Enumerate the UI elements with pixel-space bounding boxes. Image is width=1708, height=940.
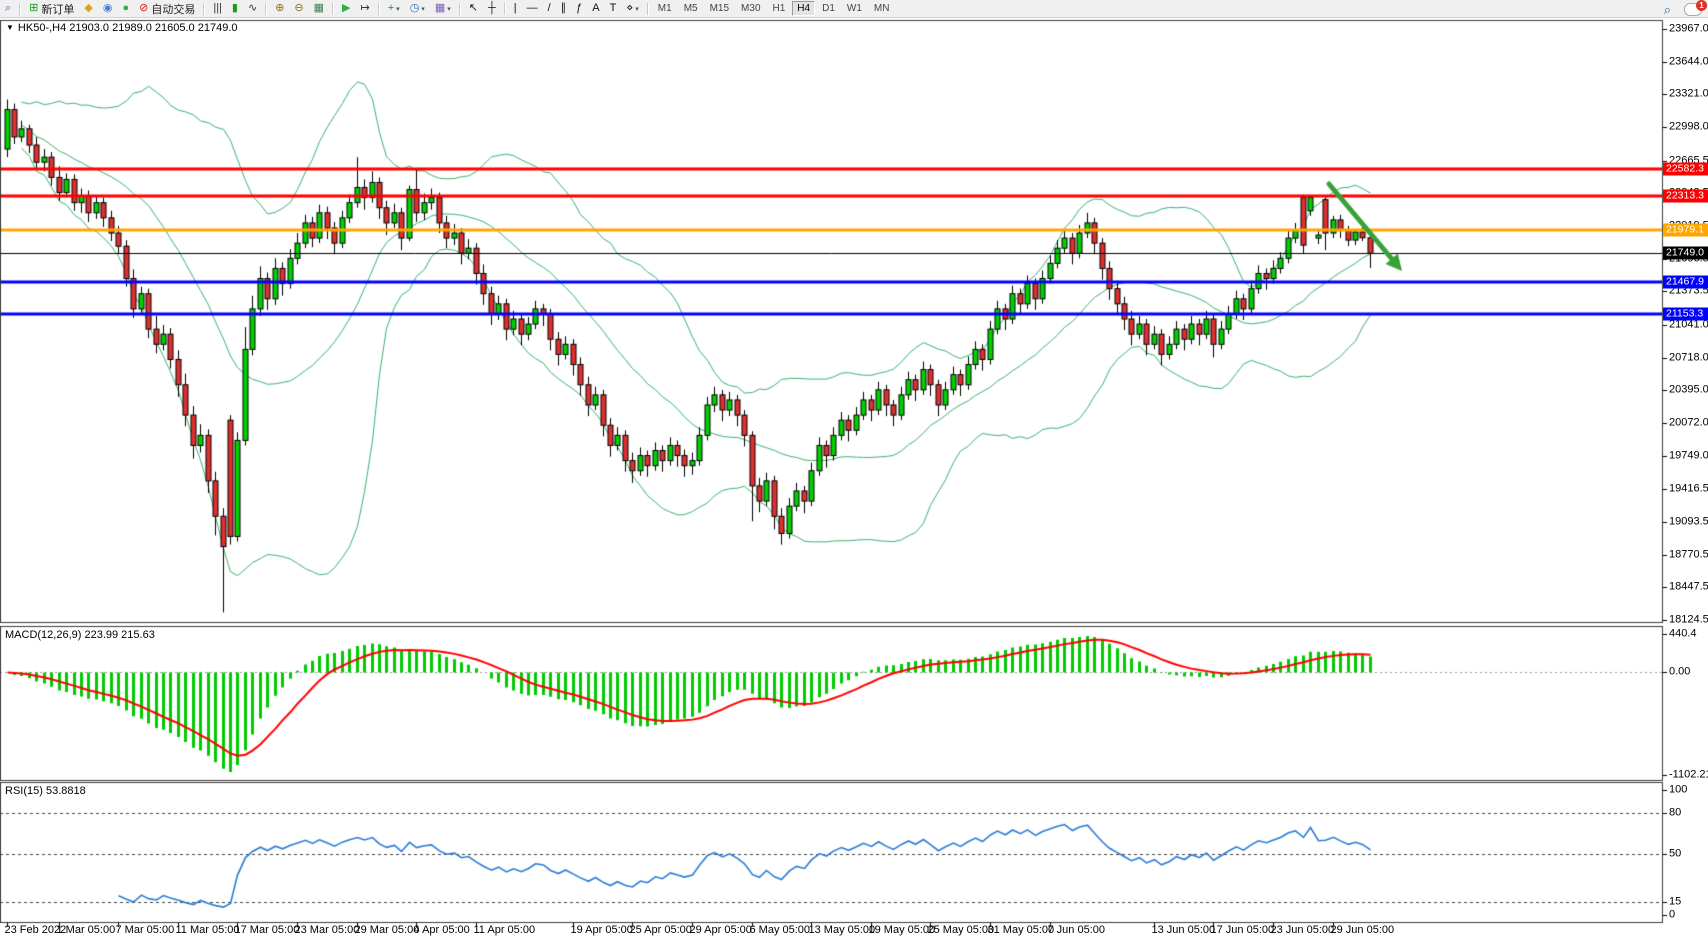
vertical-line-button[interactable]: | [510, 0, 521, 17]
symbols-search-button[interactable]: ⌕ [1, 0, 15, 17]
metaeditor-button[interactable]: ◆ [80, 0, 96, 17]
candle-chart-icon: ▮ [232, 3, 238, 14]
timeframe-button-m15[interactable]: M15 [705, 1, 734, 16]
toolbar-separator [332, 3, 334, 15]
dropdown-caret-icon[interactable]: ▾ [421, 5, 425, 13]
chart-canvas[interactable] [0, 0, 1708, 940]
bar-chart-icon: ||| [213, 3, 222, 14]
label-button[interactable]: T [606, 0, 621, 17]
line-chart-icon: ∿ [248, 3, 257, 14]
vertical-line-icon: | [514, 3, 517, 14]
shapes-button[interactable]: ⋄▾ [622, 0, 642, 17]
metaeditor-icon: ◆ [84, 3, 92, 14]
symbol-ohlc-text: HK50-,H4 21903.0 21989.0 21605.0 21749.0 [18, 22, 238, 34]
toolbar-separator [203, 3, 205, 15]
auto-scroll-icon: ▶ [342, 3, 350, 14]
templates-icon: ▦ [435, 3, 445, 14]
community-button[interactable]: ◉ [99, 0, 117, 17]
timeframe-button-h4[interactable]: H4 [792, 1, 815, 16]
label-icon: T [610, 3, 617, 14]
timeframe-button-m5[interactable]: M5 [679, 1, 703, 16]
timeframe-button-m30[interactable]: M30 [736, 1, 765, 16]
line-chart-button[interactable]: ∿ [244, 0, 261, 17]
cursor-icon: ↖ [469, 3, 478, 14]
trendline-icon: / [548, 3, 551, 14]
timeframe-button-d1[interactable]: D1 [817, 1, 840, 16]
fibonacci-button[interactable]: ƒ [572, 0, 586, 17]
chart-shift-icon: ↦ [361, 3, 370, 14]
horizontal-line-button[interactable]: — [523, 0, 542, 17]
search-button[interactable]: ⌕ [1660, 1, 1675, 18]
zoom-out-icon: ⊖ [294, 3, 303, 14]
dropdown-caret-icon[interactable]: ▾ [447, 5, 451, 13]
periods-icon: ◷ [410, 3, 420, 14]
toolbar-separator [459, 3, 461, 15]
toolbar-separator [265, 3, 267, 15]
notification-badge: 1 [1696, 0, 1707, 11]
trendline-button[interactable]: / [544, 0, 555, 17]
dropdown-caret-icon[interactable]: ▾ [396, 5, 400, 13]
periods-button[interactable]: ◷▾ [406, 0, 429, 17]
zoom-out-button[interactable]: ⊖ [290, 0, 307, 17]
bar-chart-button[interactable]: ||| [209, 0, 226, 17]
chart-info-line: ▼ HK50-,H4 21903.0 21989.0 21605.0 21749.… [6, 22, 238, 34]
auto-scroll-button[interactable]: ▶ [338, 0, 354, 17]
community-icon: ◉ [103, 3, 113, 14]
toolbar-separator [378, 3, 380, 15]
notifications-button[interactable]: 1 [1684, 3, 1702, 16]
toolbar-separator [647, 3, 649, 15]
zoom-in-button[interactable]: ⊕ [271, 0, 288, 17]
tile-windows-icon: ▦ [314, 3, 324, 14]
zoom-in-icon: ⊕ [275, 3, 284, 14]
crosshair-icon: ┼ [488, 3, 496, 14]
timeframe-button-m1[interactable]: M1 [653, 1, 677, 16]
symbols-search-icon: ⌕ [5, 3, 11, 14]
toolbar-separator [19, 3, 21, 15]
crosshair-button[interactable]: ┼ [484, 0, 500, 17]
channel-button[interactable]: ∥ [557, 0, 571, 17]
toolbar-right-cluster: ⌕1 [1659, 1, 1702, 18]
cursor-button[interactable]: ↖ [465, 0, 482, 17]
fibonacci-icon: ƒ [576, 3, 582, 14]
timeframe-button-w1[interactable]: W1 [842, 1, 867, 16]
indicators-button[interactable]: +▾ [384, 0, 404, 17]
toolbar-separator [504, 3, 506, 15]
templates-button[interactable]: ▦▾ [431, 0, 455, 17]
chevron-down-icon[interactable]: ▼ [6, 23, 14, 32]
shapes-icon: ⋄ [626, 3, 633, 14]
signals-icon: ● [122, 3, 129, 14]
timeframe-button-mn[interactable]: MN [869, 1, 895, 16]
dropdown-caret-icon[interactable]: ▾ [635, 5, 639, 13]
toolbar: ⌕⊞新订单◆◉●⊘自动交易|||▮∿⊕⊖▦▶↦+▾◷▾▦▾↖┼|—/∥ƒAT⋄▾… [0, 0, 1708, 18]
new-order-icon: ⊞ [29, 3, 38, 14]
search-icon: ⌕ [1664, 4, 1671, 15]
tile-windows-button[interactable]: ▦ [310, 0, 328, 17]
autotrading-icon: ⊘ [139, 3, 148, 14]
text-button[interactable]: A [588, 0, 603, 17]
candle-chart-button[interactable]: ▮ [228, 0, 242, 17]
timeframe-button-h1[interactable]: H1 [768, 1, 791, 16]
signals-button[interactable]: ● [118, 0, 133, 17]
new-order-button-label: 新订单 [41, 1, 74, 17]
autotrading-button[interactable]: ⊘自动交易 [135, 0, 199, 17]
new-order-button[interactable]: ⊞新订单 [25, 0, 78, 17]
chart-shift-button[interactable]: ↦ [357, 0, 374, 17]
text-icon: A [592, 3, 599, 14]
channel-icon: ∥ [561, 3, 567, 14]
mt4-trading-terminal: ⌕⊞新订单◆◉●⊘自动交易|||▮∿⊕⊖▦▶↦+▾◷▾▦▾↖┼|—/∥ƒAT⋄▾… [0, 0, 1708, 940]
autotrading-button-label: 自动交易 [151, 1, 195, 17]
horizontal-line-icon: — [527, 3, 538, 14]
indicators-icon: + [388, 3, 394, 14]
